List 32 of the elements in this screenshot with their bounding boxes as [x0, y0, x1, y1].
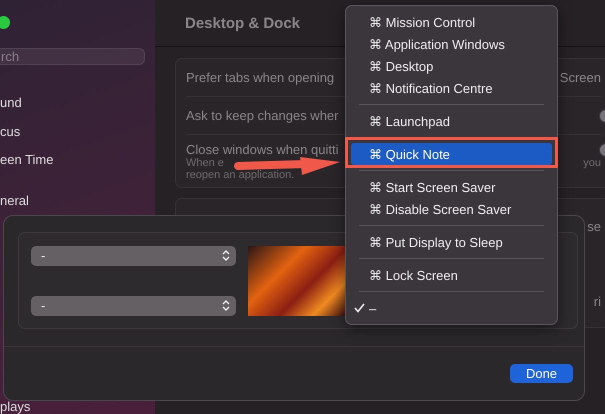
setting-label: Ask to keep changes wher	[186, 108, 338, 123]
setting-label: Close windows when quitti	[186, 142, 338, 157]
sidebar-item[interactable]: und	[0, 95, 22, 111]
menu-item[interactable]: ⌘ Notification Centre	[351, 77, 552, 99]
sidebar-item[interactable]: cus	[0, 124, 20, 140]
setting-description: you	[583, 157, 601, 169]
menu-item[interactable]: ⌘ Disable Screen Saver	[351, 198, 552, 220]
done-button[interactable]: Done	[510, 364, 573, 383]
corner-popup[interactable]: -	[31, 296, 236, 316]
menu-item[interactable]: ⌘ Desktop	[351, 55, 552, 77]
chevron-icon	[222, 249, 230, 262]
chevron-icon	[222, 299, 230, 312]
zoom-window-button[interactable]	[0, 16, 10, 29]
menu-item[interactable]: ⌘ Lock Screen	[351, 264, 552, 286]
corner-popup[interactable]: -	[31, 246, 236, 266]
setting-value: se	[587, 219, 601, 234]
setting-description: When e	[186, 157, 224, 169]
menu-item[interactable]: ⌘ Quick Note	[351, 143, 552, 165]
menu-item[interactable]: ⌘ Application Windows	[351, 33, 552, 55]
menu-item[interactable]: –	[351, 297, 552, 319]
setting-label: Prefer tabs when opening	[186, 70, 334, 85]
menu-item[interactable]: ⌘ Put Display to Sleep	[351, 231, 552, 253]
sidebar-item[interactable]: neral	[0, 193, 29, 209]
menu-item[interactable]: ⌘ Mission Control	[351, 11, 552, 33]
window-title: Desktop & Dock	[185, 14, 300, 32]
menu-item[interactable]: ⌘ Launchpad	[351, 110, 552, 132]
menu-item[interactable]: ⌘ Start Screen Saver	[351, 176, 552, 198]
setting-value: Screen	[560, 70, 601, 85]
sidebar-item[interactable]: een Time	[0, 152, 54, 168]
sidebar-item[interactable]: plays	[0, 399, 30, 414]
setting-description: reopen an application.	[186, 169, 294, 181]
setting-value: ri	[594, 294, 601, 309]
